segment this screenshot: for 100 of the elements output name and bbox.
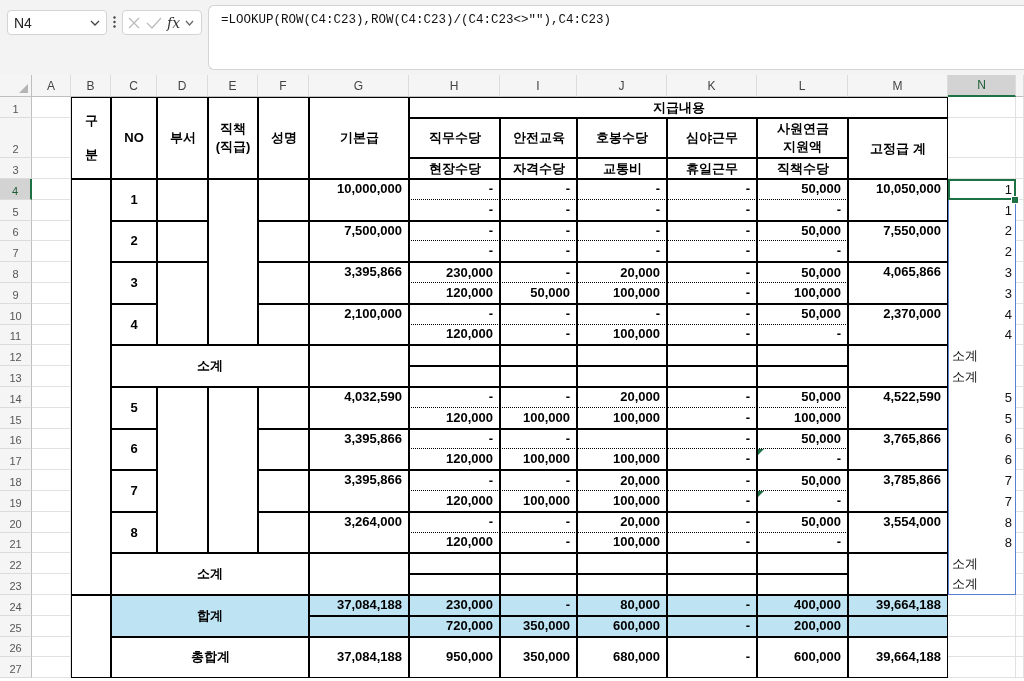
column-header[interactable]: H: [409, 75, 500, 97]
table-cell: 37,084,188: [309, 636, 409, 679]
row-number[interactable]: 23: [0, 574, 32, 595]
table-cell: 합계: [111, 594, 309, 637]
table-cell: 39,664,188: [848, 594, 948, 616]
table-header: 성명: [258, 97, 309, 179]
name-box[interactable]: N4: [7, 10, 107, 35]
table-cell: -: [577, 199, 667, 221]
table-cell: 100,000: [757, 283, 848, 304]
table-cell: -: [667, 220, 757, 242]
table-cell: 50,000: [757, 303, 848, 325]
table-cell: [258, 386, 309, 429]
table-cell: -: [500, 199, 577, 221]
row-number[interactable]: 14: [0, 386, 32, 408]
table-cell: 80,000: [577, 594, 667, 616]
table-cell: -: [577, 220, 667, 242]
row-number[interactable]: 25: [0, 615, 32, 637]
column-header[interactable]: I: [500, 75, 577, 97]
column-header[interactable]: C: [111, 75, 157, 97]
row-number[interactable]: 15: [0, 407, 32, 429]
row-number[interactable]: 22: [0, 553, 32, 575]
table-cell: 120,000: [409, 324, 500, 346]
row-number[interactable]: 1: [0, 97, 32, 118]
row-number[interactable]: 10: [0, 303, 32, 325]
row-number[interactable]: 27: [0, 657, 32, 679]
formula-field[interactable]: =LOOKUP(ROW(C4:C23),ROW(C4:C23)/(C4:C23<>""),C4:C23): [208, 5, 1024, 70]
table-cell: 50,000: [757, 262, 848, 283]
row-number[interactable]: 5: [0, 199, 32, 221]
cancel-icon[interactable]: [127, 15, 141, 30]
table-cell: [157, 179, 208, 221]
row-number[interactable]: 6: [0, 220, 32, 242]
row-number[interactable]: 4: [0, 179, 32, 200]
more-options-icon[interactable]: [113, 16, 116, 28]
table-cell: 3: [948, 262, 1016, 283]
check-icon[interactable]: [146, 15, 162, 30]
row-number[interactable]: 3: [0, 158, 32, 179]
column-header[interactable]: M: [848, 75, 948, 97]
table-cell: 8: [111, 511, 157, 554]
cell-reference: N4: [14, 14, 32, 31]
column-header[interactable]: G: [309, 75, 409, 97]
table-cell: 4,065,866: [848, 262, 948, 304]
column-header[interactable]: L: [757, 75, 848, 97]
row-number[interactable]: 7: [0, 241, 32, 263]
table-cell: -: [500, 428, 577, 450]
row-number[interactable]: 9: [0, 283, 32, 304]
table-cell: 4: [948, 303, 1016, 325]
table-cell: 20,000: [577, 262, 667, 283]
row-number[interactable]: 2: [0, 118, 32, 158]
column-header[interactable]: B: [71, 75, 111, 97]
table-cell: 37,084,188: [309, 594, 409, 616]
table-header: NO: [111, 97, 157, 179]
column-header[interactable]: F: [258, 75, 309, 97]
table-cell: -: [757, 490, 848, 512]
table-cell: -: [667, 262, 757, 283]
table-cell: -: [667, 532, 757, 554]
row-number[interactable]: 16: [0, 428, 32, 450]
table-cell: 4: [948, 324, 1016, 346]
table-cell: 6: [111, 428, 157, 471]
column-header[interactable]: J: [577, 75, 667, 97]
table-cell: -: [409, 511, 500, 533]
column-header[interactable]: N: [948, 75, 1016, 97]
table-cell: 3,264,000: [309, 511, 409, 554]
column-header[interactable]: A: [32, 75, 71, 97]
table-cell: -: [409, 199, 500, 221]
table-cell: -: [667, 386, 757, 408]
fill-handle[interactable]: [1011, 195, 1019, 204]
table-cell: 100,000: [577, 324, 667, 346]
row-number[interactable]: 8: [0, 262, 32, 283]
table-header: 기본급: [309, 97, 409, 179]
table-cell: -: [757, 241, 848, 263]
table-cell: -: [500, 511, 577, 533]
table-cell: 소계: [111, 345, 309, 387]
row-number[interactable]: 20: [0, 511, 32, 533]
column-header[interactable]: E: [208, 75, 258, 97]
column-header[interactable]: K: [667, 75, 757, 97]
table-cell: 50,000: [757, 470, 848, 491]
insert-function-button[interactable]: fx: [167, 14, 181, 31]
row-number[interactable]: 26: [0, 636, 32, 658]
table-cell: 8: [948, 511, 1016, 533]
table-cell: 7: [948, 490, 1016, 512]
table-header: 사원연금 지원액: [757, 118, 848, 158]
table-cell: -: [667, 490, 757, 512]
table-cell: 3,395,866: [309, 470, 409, 512]
row-number[interactable]: 17: [0, 449, 32, 471]
select-all-icon: [19, 84, 28, 93]
select-all-button[interactable]: [0, 75, 32, 97]
row-number[interactable]: 24: [0, 594, 32, 616]
table-cell: [258, 470, 309, 512]
row-number[interactable]: 12: [0, 345, 32, 367]
table-cell: 총합계: [111, 636, 309, 679]
table-cell: 39,664,188: [848, 636, 948, 679]
column-header[interactable]: D: [157, 75, 208, 97]
table-cell: 50,000: [757, 386, 848, 408]
row-number[interactable]: 21: [0, 532, 32, 554]
row-number[interactable]: 18: [0, 470, 32, 491]
row-number[interactable]: 11: [0, 324, 32, 346]
row-number[interactable]: 13: [0, 366, 32, 387]
table-cell: 2: [948, 220, 1016, 242]
row-number[interactable]: 19: [0, 490, 32, 512]
table-cell: -: [667, 615, 757, 637]
